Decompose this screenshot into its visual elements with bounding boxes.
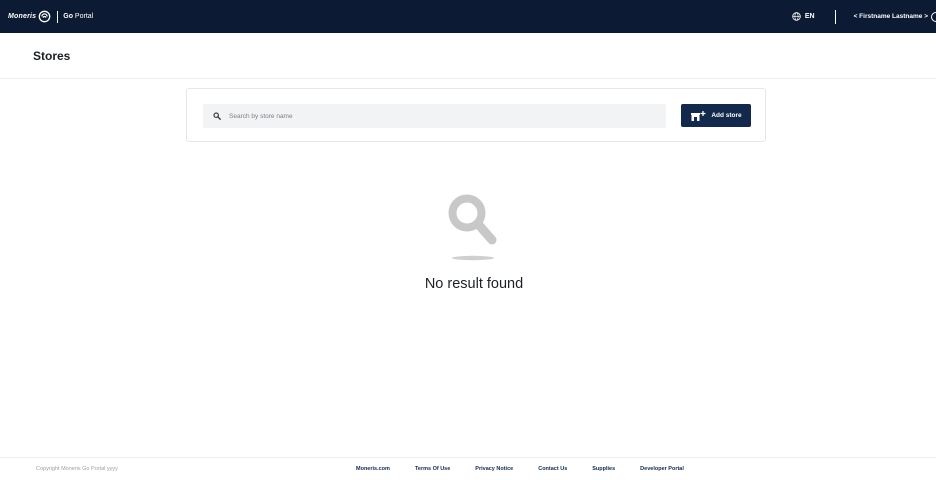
user-avatar-icon[interactable] [931, 11, 936, 22]
footer-links: Moneris.com Terms Of Use Privacy Notice … [356, 466, 709, 472]
empty-state: No result found [386, 188, 562, 308]
magnifier-empty-icon [448, 194, 497, 245]
portal-name-rest: Portal [72, 13, 94, 20]
footer-link-developer-portal[interactable]: Developer Portal [640, 466, 684, 472]
topbar-actions: EN < Firstname Lastname > [792, 0, 936, 33]
footer-link-moneris-com[interactable]: Moneris.com [356, 466, 390, 472]
empty-state-message: No result found [424, 276, 524, 292]
footer-link-supplies[interactable]: Supplies [592, 466, 615, 472]
footer-link-contact-us[interactable]: Contact Us [538, 466, 567, 472]
globe-icon [792, 12, 801, 21]
moneris-logo-icon [38, 10, 51, 23]
search-input[interactable] [229, 112, 649, 120]
brand-logo-link[interactable]: Moneris Go Portal [8, 10, 93, 23]
footer-link-privacy-notice[interactable]: Privacy Notice [475, 466, 513, 472]
page-title: Stores [33, 49, 71, 63]
magnifier-shadow [452, 255, 494, 261]
copyright-text: Copyright Moneris Go Portal yyyy [36, 466, 118, 472]
store-search-card: Add store [186, 88, 766, 142]
portal-name: Go Portal [63, 13, 93, 20]
topbar-divider [834, 9, 836, 24]
add-store-label: Add store [711, 112, 742, 119]
add-store-button[interactable]: Add store [681, 104, 751, 127]
footer-link-terms-of-use[interactable]: Terms Of Use [415, 466, 450, 472]
brand-name: Moneris [8, 13, 37, 20]
top-navigation-bar: Moneris Go Portal EN < Firstname Lastnam… [0, 0, 936, 33]
language-label: EN [804, 13, 815, 20]
portal-name-bold: Go [63, 13, 73, 20]
search-box[interactable] [203, 104, 666, 128]
search-icon [213, 112, 221, 120]
page-footer: Copyright Moneris Go Portal yyyy Moneris… [0, 457, 936, 480]
user-menu[interactable]: < Firstname Lastname > [854, 13, 928, 20]
page-header: Stores [0, 33, 936, 79]
brand-divider [57, 10, 59, 23]
add-store-icon [691, 110, 706, 121]
language-switcher[interactable]: EN [792, 12, 815, 21]
